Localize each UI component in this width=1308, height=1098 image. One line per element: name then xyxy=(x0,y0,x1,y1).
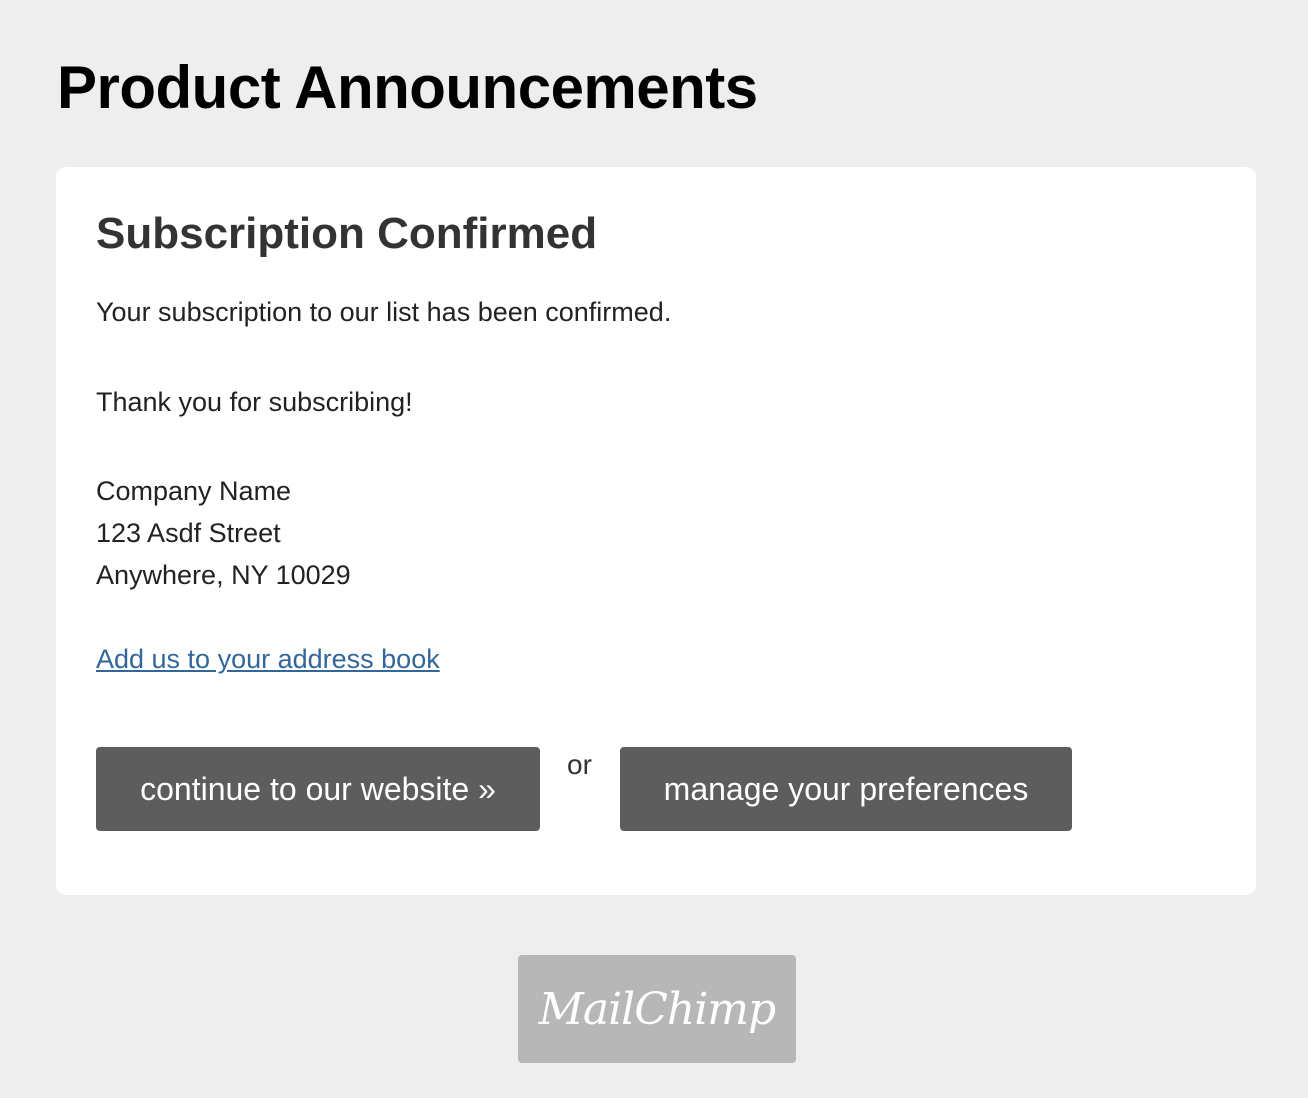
card-title: Subscription Confirmed xyxy=(96,209,598,258)
list-title: Product Announcements xyxy=(57,54,758,121)
address-street: 123 Asdf Street xyxy=(96,518,281,548)
address-city: Anywhere, NY 10029 xyxy=(96,560,351,590)
page: Product Announcements Subscription Confi… xyxy=(0,0,1308,1098)
confirmation-message: Your subscription to our list has been c… xyxy=(96,297,672,327)
add-to-address-book-link[interactable]: Add us to your address book xyxy=(96,638,440,680)
manage-preferences-button[interactable]: manage your preferences xyxy=(620,747,1072,831)
company-address: Company Name 123 Asdf Street Anywhere, N… xyxy=(96,470,351,596)
mailchimp-logo[interactable]: MailChimp xyxy=(518,955,796,1063)
address-company: Company Name xyxy=(96,476,292,506)
or-separator: or xyxy=(567,749,592,780)
continue-to-website-button[interactable]: continue to our website » xyxy=(96,747,540,831)
thank-you-message: Thank you for subscribing! xyxy=(96,387,413,417)
mailchimp-logo-text: MailChimp xyxy=(538,983,776,1035)
confirmation-card: Subscription Confirmed Your subscription… xyxy=(56,167,1256,895)
